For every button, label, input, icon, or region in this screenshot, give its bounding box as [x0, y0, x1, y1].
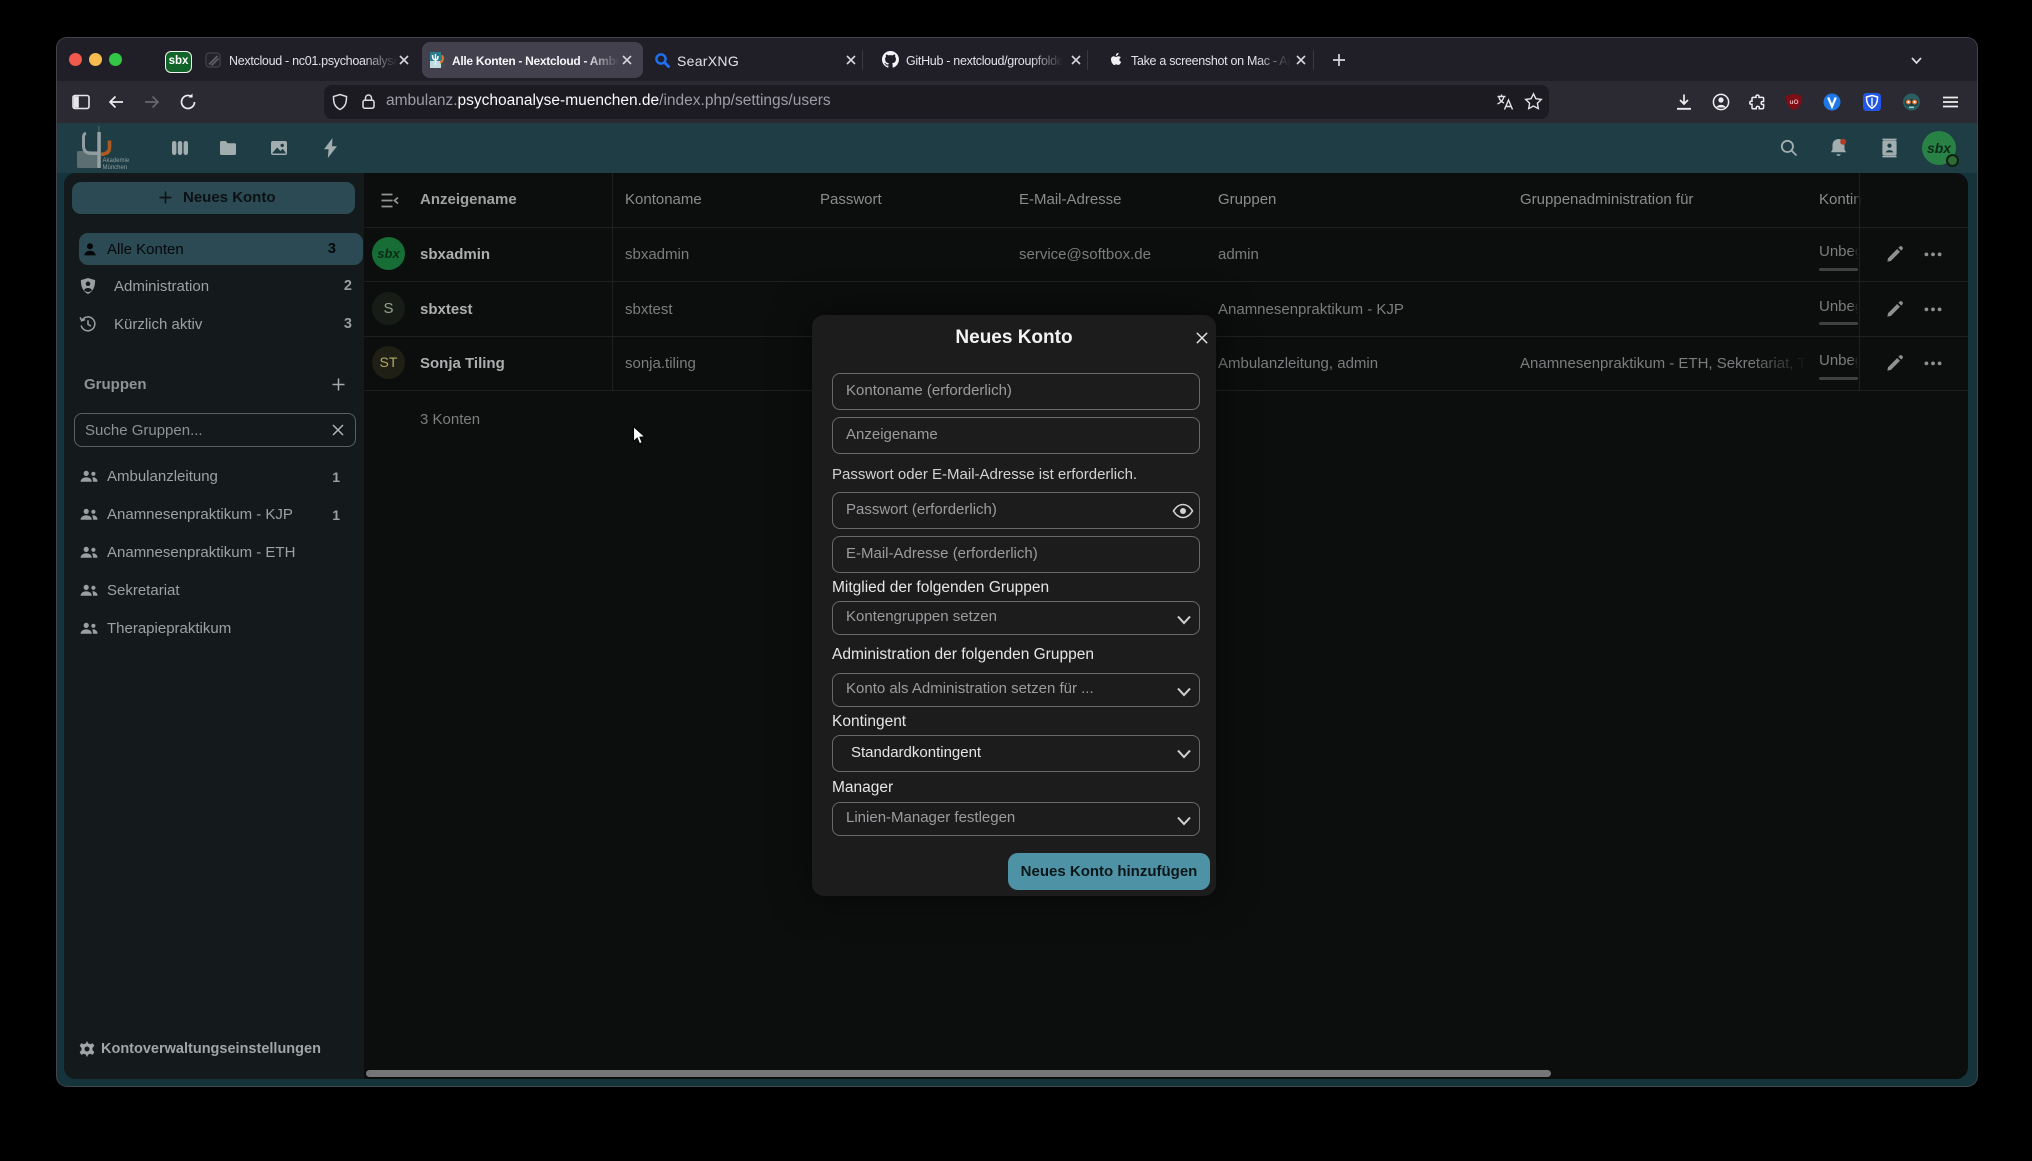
- svg-text:uO: uO: [1789, 99, 1798, 106]
- svg-text:Akademie: Akademie: [103, 158, 130, 164]
- svg-text:München: München: [103, 165, 128, 171]
